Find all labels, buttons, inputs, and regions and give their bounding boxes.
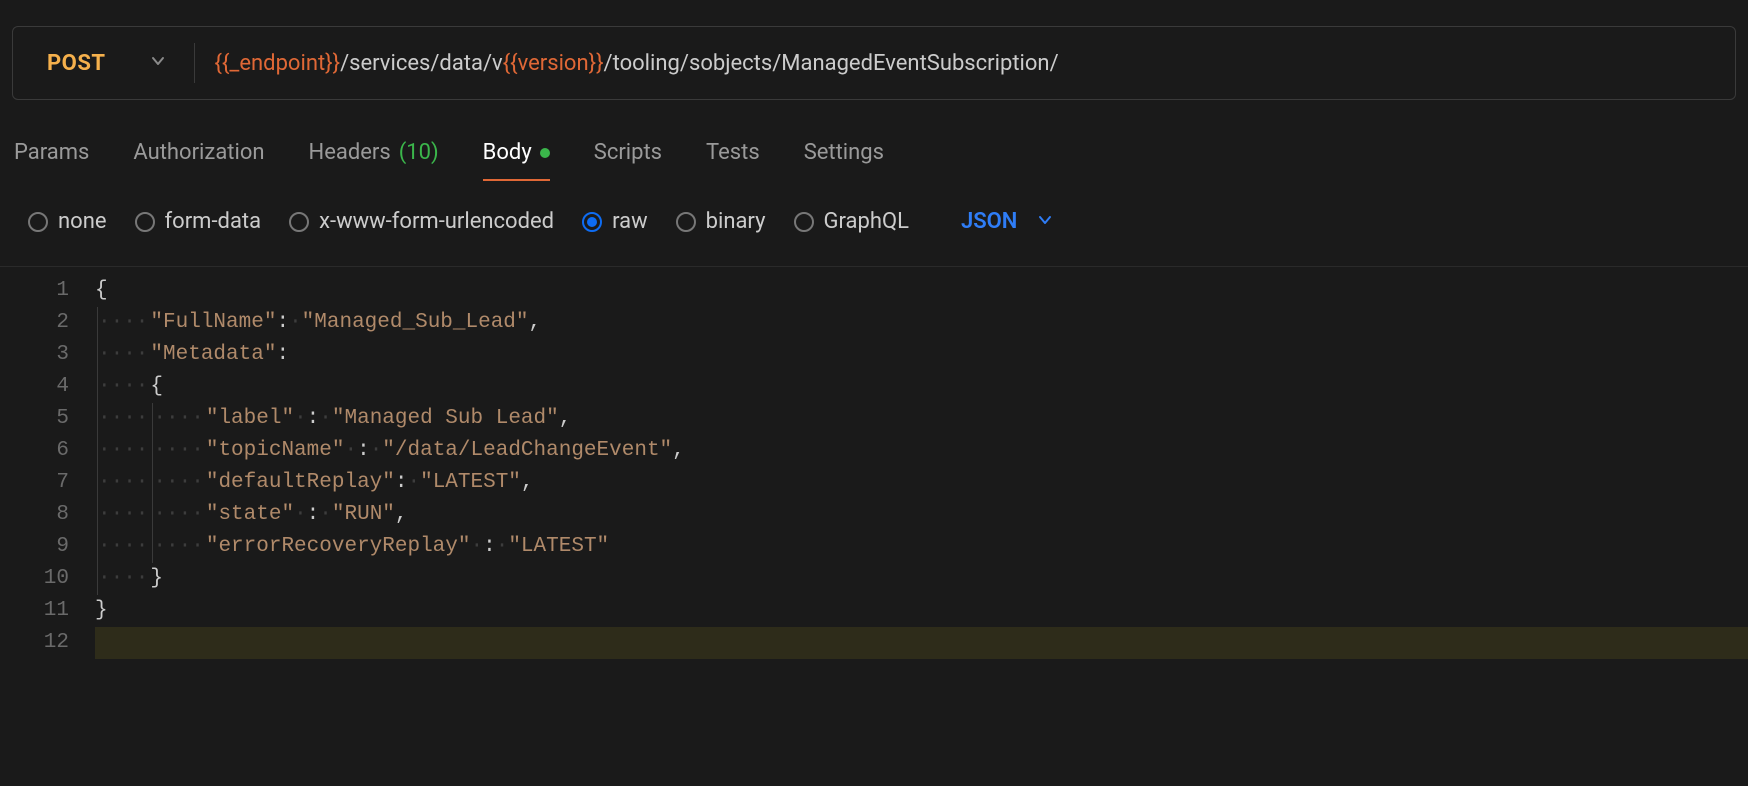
chevron-down-icon [1037,212,1053,232]
line-number: 2 [0,307,69,339]
body-format-selector[interactable]: JSON [961,209,1053,234]
radio-binary[interactable]: binary [676,209,766,234]
line-number: 10 [0,563,69,595]
code-line[interactable]: ····{ [95,371,1748,403]
line-number: 6 [0,435,69,467]
code-line[interactable]: ····"FullName":·"Managed_Sub_Lead", [95,307,1748,339]
radio-none[interactable]: none [28,209,107,234]
radio-form-data[interactable]: form-data [135,209,262,234]
radio-label: x-www-form-urlencoded [319,209,554,234]
radio-icon [289,212,309,232]
tab-label: Headers [309,140,391,165]
radio-label: GraphQL [824,209,909,234]
line-number: 11 [0,595,69,627]
radio-icon [676,212,696,232]
code-line[interactable]: ········"label"·:·"Managed Sub Lead", [95,403,1748,435]
code-line[interactable]: { [95,275,1748,307]
body-editor[interactable]: 123456789101112 {····"FullName":·"Manage… [0,266,1748,659]
code-line[interactable]: ········"errorRecoveryReplay"·:·"LATEST" [95,531,1748,563]
radio-icon [28,212,48,232]
tab-label: Scripts [594,140,662,165]
code-line[interactable]: ········"defaultReplay":·"LATEST", [95,467,1748,499]
modified-dot-icon [540,148,550,158]
radio-icon [582,212,602,232]
radio-graphql[interactable]: GraphQL [794,209,909,234]
tab-label: Authorization [133,140,264,165]
tab-authorization[interactable]: Authorization [133,130,264,181]
radio-icon [794,212,814,232]
method-selector[interactable]: POST [13,27,194,99]
code-area[interactable]: {····"FullName":·"Managed_Sub_Lead",····… [95,267,1748,659]
line-number: 3 [0,339,69,371]
request-tabs: Params Authorization Headers (10) Body S… [0,130,1748,181]
tab-label: Body [483,140,532,165]
line-number: 5 [0,403,69,435]
line-number: 4 [0,371,69,403]
tab-body[interactable]: Body [483,130,550,181]
line-gutter: 123456789101112 [0,267,95,659]
line-number: 12 [0,627,69,659]
radio-urlencoded[interactable]: x-www-form-urlencoded [289,209,554,234]
tab-headers[interactable]: Headers (10) [309,130,439,181]
code-line[interactable] [95,627,1748,659]
radio-raw[interactable]: raw [582,209,648,234]
radio-icon [135,212,155,232]
line-number: 8 [0,499,69,531]
radio-label: binary [706,209,766,234]
format-label: JSON [961,209,1017,234]
line-number: 9 [0,531,69,563]
tab-tests[interactable]: Tests [706,130,760,181]
code-line[interactable]: ········"topicName"·:·"/data/LeadChangeE… [95,435,1748,467]
body-type-row: none form-data x-www-form-urlencoded raw… [0,181,1748,254]
radio-label: none [58,209,107,234]
tab-label: Settings [804,140,884,165]
tab-label: Tests [706,140,760,165]
method-label: POST [47,51,106,76]
code-line[interactable]: } [95,595,1748,627]
line-number: 7 [0,467,69,499]
code-line[interactable]: ····} [95,563,1748,595]
radio-label: form-data [165,209,262,234]
request-url-bar: POST {{_endpoint}}/services/data/v{{vers… [12,26,1736,100]
tab-settings[interactable]: Settings [804,130,884,181]
code-line[interactable]: ····"Metadata": [95,339,1748,371]
radio-label: raw [612,209,648,234]
tab-label: Params [14,140,89,165]
code-line[interactable]: ········"state"·:·"RUN", [95,499,1748,531]
chevron-down-icon [150,53,166,73]
tab-scripts[interactable]: Scripts [594,130,662,181]
url-input[interactable]: {{_endpoint}}/services/data/v{{version}}… [195,27,1735,99]
line-number: 1 [0,275,69,307]
tab-params[interactable]: Params [14,130,89,181]
headers-count: (10) [399,140,439,165]
